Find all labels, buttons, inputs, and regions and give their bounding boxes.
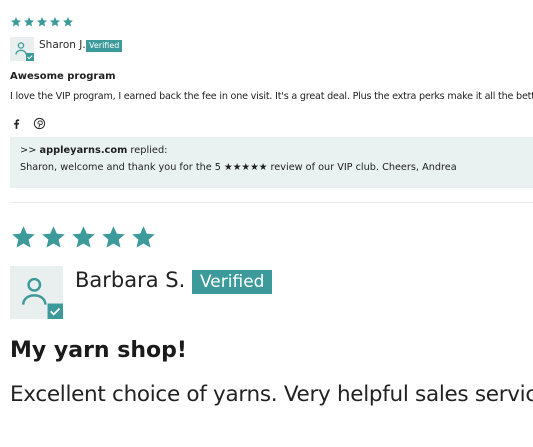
review-divider bbox=[10, 202, 533, 203]
author-name: Sharon J. bbox=[39, 39, 86, 51]
star-icon bbox=[132, 226, 155, 248]
star-rating bbox=[10, 16, 74, 28]
star-icon bbox=[12, 226, 35, 248]
review-body: Excellent choice of yarns. Very helpful … bbox=[10, 382, 533, 407]
star-icon bbox=[102, 226, 125, 248]
star-icon bbox=[37, 17, 47, 27]
reply-prefix: >> bbox=[20, 145, 37, 156]
share-buttons bbox=[10, 117, 46, 130]
avatar bbox=[10, 266, 63, 319]
user-icon bbox=[22, 277, 63, 319]
store-reply: >> appleyarns.com replied: Sharon, welco… bbox=[10, 137, 533, 188]
facebook-icon[interactable] bbox=[10, 117, 23, 130]
review-title: My yarn shop! bbox=[10, 338, 187, 363]
reply-text: Sharon, welcome and thank you for the 5 … bbox=[20, 162, 457, 173]
user-icon bbox=[15, 42, 34, 61]
reply-store-name: appleyarns.com bbox=[39, 145, 128, 156]
star-icon bbox=[72, 226, 95, 248]
star-icon bbox=[11, 17, 21, 27]
author-name: Barbara S. bbox=[75, 268, 186, 292]
pinterest-icon[interactable] bbox=[33, 117, 46, 130]
review-title: Awesome program bbox=[10, 71, 116, 82]
verified-badge: Verified bbox=[86, 40, 123, 52]
reply-suffix: replied: bbox=[130, 145, 168, 156]
verified-badge: Verified bbox=[192, 270, 273, 294]
star-icon bbox=[63, 17, 73, 27]
star-icon bbox=[42, 226, 65, 248]
star-rating bbox=[10, 224, 157, 251]
review-body: I love the VIP program, I earned back th… bbox=[10, 91, 533, 102]
star-icon bbox=[50, 17, 60, 27]
star-icon bbox=[24, 17, 34, 27]
reply-header: >> appleyarns.com replied: bbox=[20, 145, 167, 156]
avatar bbox=[10, 37, 34, 61]
